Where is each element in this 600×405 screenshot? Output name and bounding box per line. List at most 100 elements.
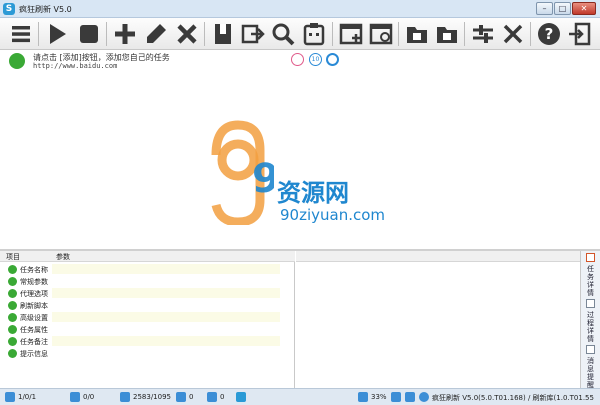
property-panel: 项目 参数 任务名称 常规参数 代理选项 刷新脚本 高级设置 任务属性 任务备注… — [0, 251, 295, 388]
property-row[interactable]: 刷新脚本 — [0, 299, 295, 311]
tab-process-detail[interactable]: 过程详情 — [582, 299, 600, 343]
message-icon — [586, 345, 595, 354]
x-icon — [177, 24, 197, 44]
delete-task-button[interactable] — [174, 21, 200, 47]
note-icon — [8, 337, 17, 346]
check-icon — [236, 392, 246, 402]
maximize-button[interactable]: □ — [554, 2, 571, 15]
window-title: 疯狂刷新 V5.0 — [19, 5, 72, 14]
property-row[interactable]: 高级设置 — [0, 311, 295, 323]
status-running: 0/0 — [83, 393, 95, 401]
menu-button[interactable] — [8, 21, 34, 47]
close-button[interactable]: ✕ — [572, 2, 596, 15]
sliders-icon — [473, 25, 493, 43]
stop-button[interactable] — [76, 21, 102, 47]
download-icon — [176, 392, 186, 402]
task-url[interactable]: http://www.baidu.com — [33, 62, 117, 70]
minimize-button[interactable]: – — [536, 2, 553, 15]
app-icon: S — [3, 3, 15, 15]
bookmark-icon — [215, 24, 231, 44]
tab-message[interactable]: 消息提醒 — [582, 345, 600, 389]
process-detail-icon — [586, 299, 595, 308]
property-header: 项目 参数 — [0, 251, 295, 262]
property-row[interactable]: 提示信息 — [0, 347, 295, 359]
folder-export-button[interactable] — [434, 21, 460, 47]
running-icon — [70, 392, 80, 402]
status-bar: 1/0/1 0/0 2583/1095 0 0 33% 疯狂刷新 V5.0(5.… — [0, 388, 600, 405]
task-name-icon — [8, 265, 17, 274]
watermark-mark-text: 90 — [252, 156, 274, 202]
main-toolbar: ? — [0, 18, 600, 50]
svg-text:?: ? — [545, 25, 554, 43]
watermark-cn: 资源网 — [277, 179, 349, 207]
refresh-task-icon — [9, 53, 25, 69]
property-row[interactable]: 任务备注 — [0, 335, 295, 347]
status-email: 0 — [220, 393, 225, 401]
property-row[interactable]: 常规参数 — [0, 275, 295, 287]
attribute-icon — [8, 325, 17, 334]
clock-icon — [405, 392, 415, 402]
bookmark-button[interactable] — [210, 21, 236, 47]
exit-button[interactable] — [566, 21, 592, 47]
email-icon — [207, 392, 217, 402]
folder-icon — [407, 27, 427, 43]
refresh-count-icon — [120, 392, 130, 402]
ie-window-button[interactable] — [368, 21, 394, 47]
proxy-icon — [8, 289, 17, 298]
search-button[interactable] — [270, 21, 296, 47]
folder-export-icon — [437, 27, 457, 43]
detail-header — [296, 251, 580, 262]
task-detail-icon — [586, 253, 595, 262]
status-version: 疯狂刷新 V5.0(5.0.T01.168) / 刷新库(1.0.T01.55 — [432, 394, 594, 402]
import-icon — [241, 24, 265, 44]
script-icon — [8, 301, 17, 310]
tab-task-detail[interactable]: 任务详情 — [582, 253, 600, 297]
count-badge[interactable]: 10 — [309, 53, 322, 66]
pencil-icon — [147, 24, 166, 43]
status-task-count: 1/0/1 — [18, 393, 37, 401]
watermark-logo-mark: 90 — [211, 120, 274, 225]
chat-icon — [419, 392, 429, 402]
info-icon — [8, 349, 17, 358]
side-tabs: 任务详情 过程详情 消息提醒 — [580, 251, 600, 389]
bookmark-badge[interactable] — [291, 53, 304, 66]
status-cpu: 33% — [371, 393, 387, 401]
general-icon — [8, 277, 17, 286]
cpu-icon — [358, 392, 368, 402]
plus-icon — [115, 24, 135, 44]
clipboard-icon — [303, 23, 325, 46]
tools-icon — [503, 24, 523, 44]
exit-icon — [569, 22, 591, 46]
edit-task-button[interactable] — [143, 21, 169, 47]
title-bar: S 疯狂刷新 V5.0 – □ ✕ — [0, 0, 600, 18]
header-item: 项目 — [6, 253, 20, 261]
status-refresh-count: 2583/1095 — [133, 393, 171, 401]
property-row[interactable]: 任务名称 — [0, 263, 295, 275]
start-button[interactable] — [44, 21, 70, 47]
header-param: 参数 — [56, 253, 70, 261]
help-icon: ? — [538, 23, 560, 45]
adjust-button[interactable] — [470, 21, 496, 47]
advanced-icon — [8, 313, 17, 322]
import-button[interactable] — [240, 21, 266, 47]
clipboard-button[interactable] — [301, 21, 327, 47]
property-row[interactable]: 代理选项 — [0, 287, 295, 299]
property-row[interactable]: 任务属性 — [0, 323, 295, 335]
menu-icon — [12, 26, 30, 43]
detail-panel — [296, 251, 580, 388]
watermark-en: 90ziyuan.com — [280, 206, 386, 224]
ie-icon — [369, 23, 393, 45]
new-window-button[interactable] — [338, 21, 364, 47]
folder-open-button[interactable] — [404, 21, 430, 47]
help-button[interactable]: ? — [536, 21, 562, 47]
add-task-button[interactable] — [112, 21, 138, 47]
sound-icon — [391, 392, 401, 402]
status-ring-badge[interactable] — [326, 53, 339, 66]
status-download: 0 — [189, 393, 194, 401]
tools-button[interactable] — [500, 21, 526, 47]
play-icon — [50, 24, 66, 44]
task-count-icon — [5, 392, 15, 402]
window-plus-icon — [339, 23, 363, 45]
stop-icon — [80, 25, 98, 43]
search-icon — [272, 23, 295, 46]
